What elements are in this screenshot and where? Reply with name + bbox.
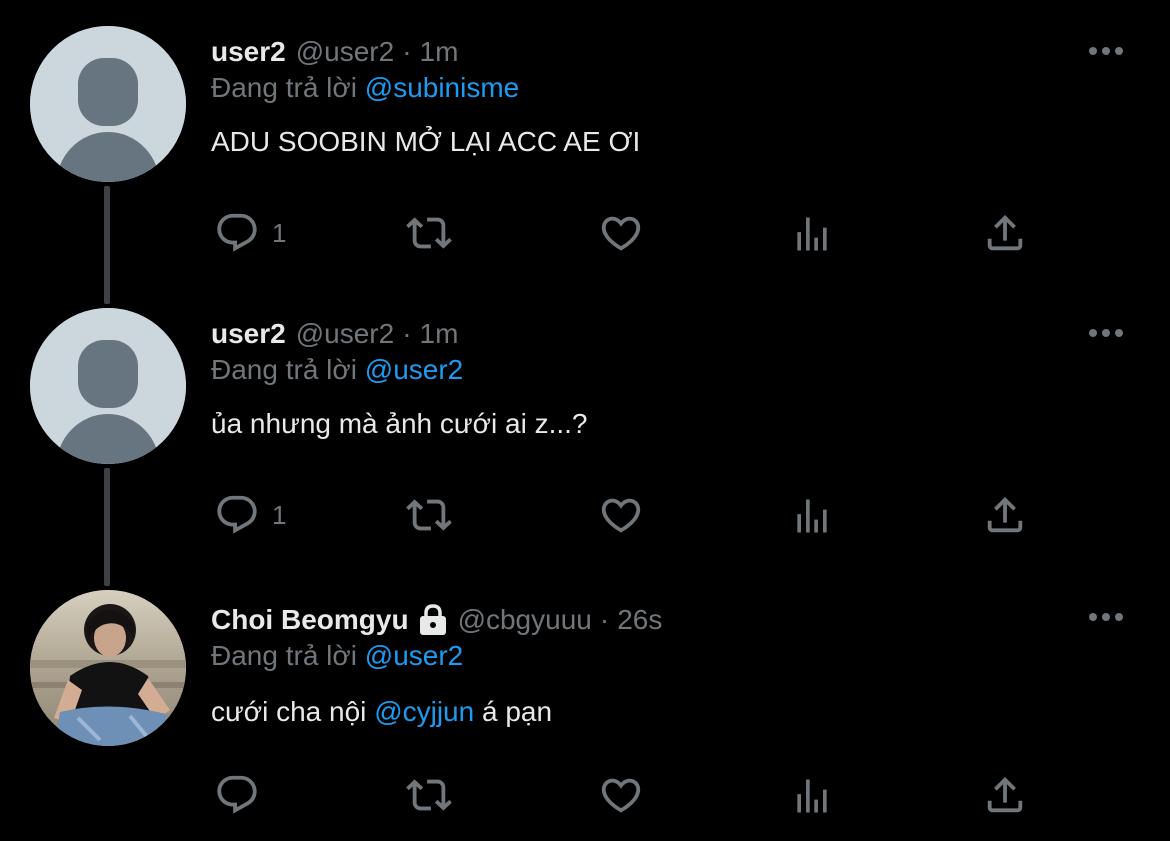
default-avatar-icon: [30, 26, 186, 182]
share-icon: [987, 496, 1023, 533]
replying-to: Đang trả lời @subinisme: [211, 72, 519, 104]
like-button[interactable]: [597, 492, 645, 538]
avatar[interactable]: [30, 308, 186, 464]
mention-link[interactable]: @cyjjun: [374, 696, 474, 727]
user-handle[interactable]: @user2: [296, 318, 394, 350]
replying-to: Đang trả lời @user2: [211, 354, 463, 386]
like-button[interactable]: [597, 210, 645, 256]
share-icon: [987, 214, 1023, 251]
retweet-icon: [406, 499, 452, 531]
retweet-icon: [406, 779, 452, 811]
tweet-text: ủa nhưng mà ảnh cưới ai z...?: [211, 408, 588, 439]
tweet-text: ADU SOOBIN MỞ LẠI ACC AE ƠI: [211, 126, 641, 157]
tweet-text: cưới cha nội @cyjjun á pạn: [211, 696, 552, 728]
heart-icon: [601, 778, 641, 813]
more-button[interactable]: [1086, 36, 1126, 66]
more-button[interactable]: [1086, 318, 1126, 348]
more-button[interactable]: [1086, 602, 1126, 632]
reply-icon: [217, 213, 257, 252]
separator: ·: [402, 36, 412, 67]
avatar[interactable]: [30, 26, 186, 182]
lock-icon: [418, 603, 448, 637]
display-name[interactable]: user2: [211, 318, 286, 350]
replying-to-label: Đang trả lời: [211, 72, 357, 103]
analytics-icon: [797, 499, 827, 533]
replying-to-label: Đang trả lời: [211, 640, 357, 671]
user-handle[interactable]: @cbgyuuu: [458, 604, 592, 636]
separator: ·: [599, 604, 610, 635]
reply-button[interactable]: [214, 772, 272, 818]
views-button[interactable]: [790, 212, 834, 256]
mention-link[interactable]: @subinisme: [365, 72, 519, 103]
reply-icon: [217, 775, 257, 814]
retweet-button[interactable]: [402, 492, 456, 538]
replying-to-label: Đang trả lời: [211, 354, 357, 385]
photo-avatar-icon: [30, 590, 186, 746]
tweet-text-part: á pạn: [474, 696, 553, 727]
heart-icon: [601, 498, 641, 533]
reply-icon: [217, 495, 257, 534]
retweet-button[interactable]: [402, 772, 456, 818]
views-button[interactable]: [790, 494, 834, 538]
share-button[interactable]: [982, 492, 1028, 538]
more-icon: [1089, 613, 1123, 621]
separator: ·: [402, 318, 412, 349]
share-icon: [987, 776, 1023, 813]
tweet-header: Choi Beomgyu @cbgyuuu · 26s: [211, 594, 662, 646]
mention-link[interactable]: @user2: [365, 354, 463, 385]
like-button[interactable]: [597, 772, 645, 818]
mention-link[interactable]: @user2: [365, 640, 463, 671]
timestamp[interactable]: 26s: [617, 604, 662, 636]
timestamp[interactable]: 1m: [420, 36, 459, 68]
tweet-text-part: cưới cha nội: [211, 696, 375, 727]
tweet-header: user2 @user2 · 1m: [211, 26, 458, 78]
reply-count: 1: [272, 217, 287, 248]
timestamp[interactable]: 1m: [420, 318, 459, 350]
tweet-header: user2 @user2 · 1m: [211, 308, 458, 360]
thread: user2 @user2 · 1m Đang trả lời @subinism…: [0, 0, 1170, 841]
avatar[interactable]: [30, 590, 186, 746]
retweet-button[interactable]: [402, 210, 456, 256]
display-name[interactable]: Choi Beomgyu: [211, 604, 409, 636]
retweet-icon: [406, 217, 452, 249]
share-button[interactable]: [982, 210, 1028, 256]
analytics-icon: [797, 217, 827, 251]
user-handle[interactable]: @user2: [296, 36, 394, 68]
views-button[interactable]: [790, 774, 834, 818]
replying-to: Đang trả lời @user2: [211, 640, 463, 672]
more-icon: [1089, 47, 1123, 55]
heart-icon: [601, 216, 641, 251]
display-name[interactable]: user2: [211, 36, 286, 68]
reply-button[interactable]: 1: [214, 492, 286, 538]
default-avatar-icon: [30, 308, 186, 464]
share-button[interactable]: [982, 772, 1028, 818]
reply-button[interactable]: 1: [214, 210, 286, 256]
analytics-icon: [797, 779, 827, 813]
reply-count: 1: [272, 499, 287, 530]
more-icon: [1089, 329, 1123, 337]
